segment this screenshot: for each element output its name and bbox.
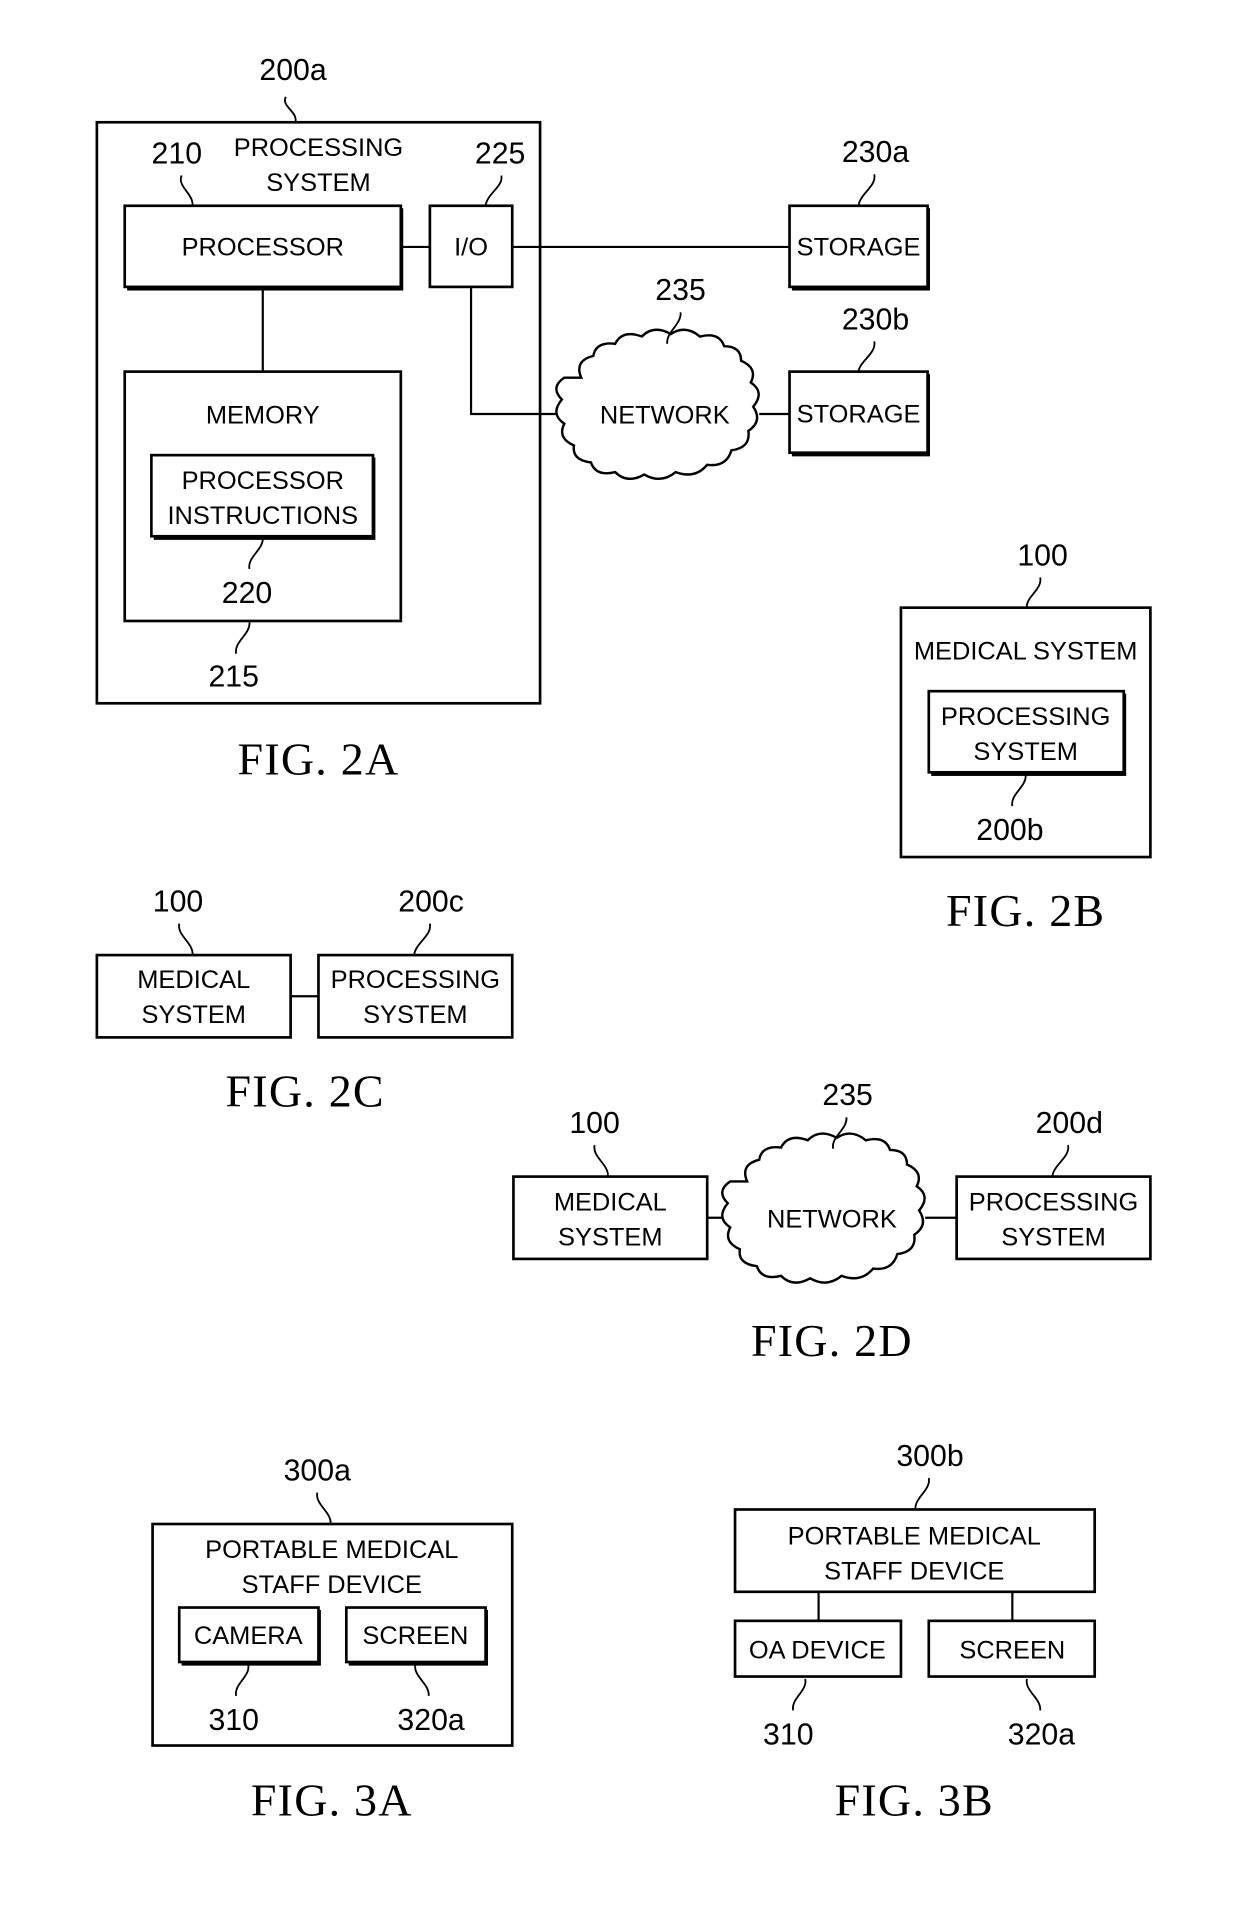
camera-label: CAMERA [194, 1622, 303, 1650]
ref-310-3b: 310 [763, 1718, 813, 1751]
fig-2b: 100 MEDICAL SYSTEM PROCESSING SYSTEM 200… [899, 539, 1152, 936]
ref-200b: 200b [976, 814, 1043, 847]
ms-2d-label-1: MEDICAL [554, 1188, 667, 1216]
storage-b-label: STORAGE [797, 400, 921, 428]
network-label-2d: NETWORK [767, 1205, 897, 1233]
network-cloud-2a: NETWORK [555, 328, 760, 480]
patent-drawing-sheet: 200a PROCESSING SYSTEM PROCESSOR 210 I/O… [95, 54, 1152, 1826]
screen-3a-label: SCREEN [362, 1622, 468, 1650]
memory-label: MEMORY [206, 402, 320, 430]
instructions-label-2: INSTRUCTIONS [167, 502, 358, 530]
screen-3b-label: SCREEN [959, 1636, 1065, 1664]
device-3b-label-2: STAFF DEVICE [824, 1558, 1004, 1586]
ref-100-2b: 100 [1017, 539, 1067, 572]
leader-200d [1051, 1144, 1070, 1177]
ms-2c-label-2: SYSTEM [142, 1001, 246, 1029]
ref-320a-3a: 320a [397, 1704, 464, 1737]
caption-fig-3b: FIG. 3B [835, 1775, 994, 1826]
leader-200a [284, 96, 297, 123]
caption-fig-2c: FIG. 2C [226, 1065, 385, 1116]
ref-215: 215 [208, 660, 258, 693]
fig-2a: 200a PROCESSING SYSTEM PROCESSOR 210 I/O… [95, 54, 930, 785]
caption-fig-2a: FIG. 2A [238, 734, 400, 785]
processor-label: PROCESSOR [182, 233, 344, 261]
leader-200c [413, 923, 431, 956]
instructions-label-1: PROCESSOR [182, 467, 344, 495]
leader-100-2d [593, 1144, 609, 1177]
processing-system-title-2: SYSTEM [266, 169, 370, 197]
leader-300a [316, 1492, 332, 1525]
ps-2b-label-1: PROCESSING [941, 703, 1110, 731]
fig-3a: 300a PORTABLE MEDICAL STAFF DEVICE CAMER… [151, 1454, 514, 1826]
ref-300a: 300a [284, 1454, 351, 1487]
ps-2c-label-2: SYSTEM [363, 1001, 467, 1029]
network-cloud-2d: NETWORK [721, 1132, 926, 1284]
leader-320a-3b [1025, 1678, 1042, 1711]
ms-2c-label-1: MEDICAL [137, 966, 250, 994]
device-3a-label-2: STAFF DEVICE [242, 1571, 422, 1599]
leader-100-2b [1025, 577, 1042, 608]
ps-2b-label-2: SYSTEM [973, 738, 1077, 766]
processing-system-title-1: PROCESSING [234, 134, 403, 162]
oa-device-label: OA DEVICE [749, 1636, 886, 1664]
ref-210: 210 [152, 137, 202, 170]
ps-2c-label-1: PROCESSING [331, 966, 500, 994]
medical-system-label-2b: MEDICAL SYSTEM [914, 638, 1138, 666]
ref-230a: 230a [842, 136, 909, 169]
ref-220: 220 [222, 577, 272, 610]
caption-fig-2b: FIG. 2B [946, 885, 1105, 936]
ps-2d-label-2: SYSTEM [1001, 1224, 1105, 1252]
ref-100-2c: 100 [153, 886, 203, 919]
caption-fig-2d: FIG. 2D [751, 1315, 913, 1366]
ref-200d: 200d [1036, 1107, 1103, 1140]
fig-2c: MEDICAL SYSTEM 100 PROCESSING SYSTEM 200… [95, 886, 514, 1116]
leader-300b [914, 1477, 930, 1510]
ref-230b: 230b [842, 303, 909, 336]
network-label-2a: NETWORK [600, 402, 730, 430]
device-3a-label-1: PORTABLE MEDICAL [205, 1536, 458, 1564]
ref-310-3a: 310 [208, 1704, 258, 1737]
leader-310-3b [792, 1678, 807, 1711]
ref-200a: 200a [259, 54, 326, 87]
leader-230a [857, 174, 876, 206]
ref-100-2d: 100 [569, 1107, 619, 1140]
leader-230b [857, 341, 876, 372]
ref-200c: 200c [398, 886, 464, 919]
ps-2d-label-1: PROCESSING [969, 1188, 1138, 1216]
ref-235-2a: 235 [655, 274, 705, 307]
fig-2d: MEDICAL SYSTEM 100 NETWORK 235 PROCESSIN… [512, 1079, 1152, 1366]
device-3b-label-1: PORTABLE MEDICAL [788, 1523, 1041, 1551]
io-label: I/O [454, 233, 488, 261]
ref-320a-3b: 320a [1008, 1718, 1075, 1751]
ref-300b: 300b [896, 1440, 963, 1473]
fig-3b: 300b PORTABLE MEDICAL STAFF DEVICE OA DE… [733, 1440, 1097, 1826]
ref-225: 225 [475, 137, 525, 170]
leader-100-2c [178, 923, 194, 956]
ref-235-2d: 235 [822, 1079, 872, 1112]
storage-a-label: STORAGE [797, 233, 921, 261]
caption-fig-3a: FIG. 3A [251, 1775, 413, 1826]
ms-2d-label-2: SYSTEM [558, 1224, 662, 1252]
